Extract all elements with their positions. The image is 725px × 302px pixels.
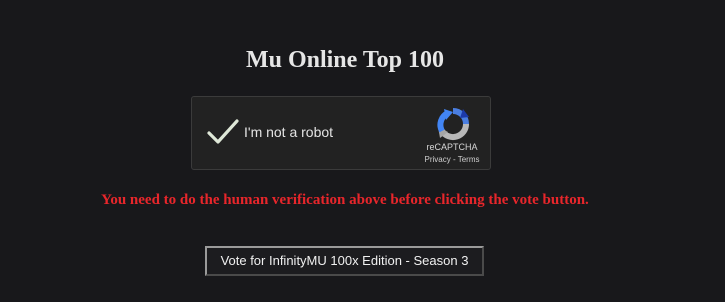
recaptcha-links: Privacy - Terms — [412, 155, 492, 164]
vote-button[interactable]: Vote for InfinityMU 100x Edition - Seaso… — [205, 246, 484, 276]
recaptcha-widget: I'm not a robot reCAPTCHA Privacy - Term… — [191, 96, 491, 170]
verification-warning: You need to do the human verification ab… — [101, 192, 589, 208]
captcha-label[interactable]: I'm not a robot — [244, 124, 333, 140]
privacy-link[interactable]: Privacy — [425, 155, 451, 164]
recaptcha-logo-icon — [437, 108, 470, 141]
recaptcha-brand: reCAPTCHA — [426, 142, 478, 152]
terms-link[interactable]: Terms — [458, 155, 480, 164]
checkmark-icon[interactable] — [207, 118, 239, 146]
link-separator: - — [450, 155, 458, 164]
page-title: Mu Online Top 100 — [245, 47, 445, 73]
